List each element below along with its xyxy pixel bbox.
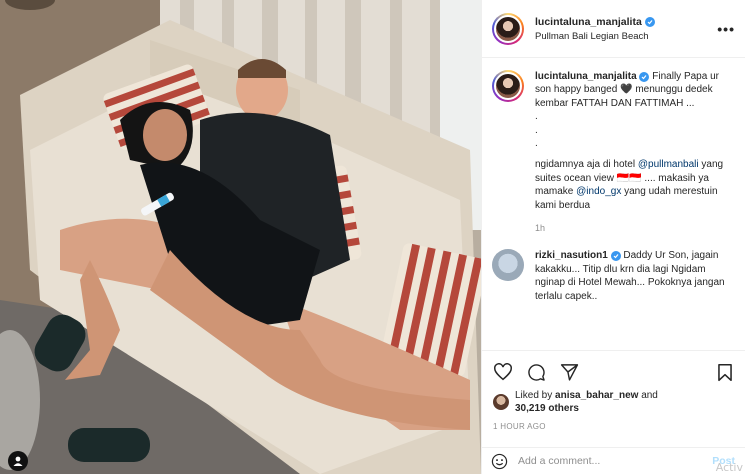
commenter-username[interactable]: rizki_nasution1 (535, 250, 608, 261)
likes-and: and (641, 390, 658, 401)
photo-illustration (0, 0, 481, 474)
caption: lucintaluna_manjalita Finally Papa ur so… (492, 70, 735, 235)
post-actions: Liked by anisa_bahar_new and 30,219 othe… (481, 350, 745, 431)
mention-link[interactable]: @pullmanbali (638, 159, 699, 170)
likes-summary: Liked by anisa_bahar_new and 30,219 othe… (493, 389, 733, 415)
add-comment-bar: Post Activ (481, 447, 745, 474)
post-header: lucintaluna_manjalita Pullman Bali Legia… (482, 0, 745, 58)
author-avatar[interactable] (492, 12, 524, 45)
verified-badge-icon (639, 72, 650, 82)
caption-text-3: ngidamnya aja di hotel (535, 159, 636, 171)
share-send-icon[interactable] (560, 363, 579, 381)
author-username-row: lucintaluna_manjalita (535, 16, 717, 28)
heart-emoji: 🖤 (620, 84, 633, 96)
comments-list: lucintaluna_manjalita Finally Papa ur so… (482, 58, 745, 346)
mention-link[interactable]: @indo_gx (576, 186, 621, 197)
like-heart-icon[interactable] (493, 363, 513, 381)
caption-dot: . (535, 138, 538, 150)
caption-username[interactable]: lucintaluna_manjalita (535, 71, 637, 82)
flag-emojis: 🇮🇩🇮🇩 (616, 172, 642, 184)
verified-badge-icon (644, 16, 655, 27)
post-timestamp[interactable]: 1 HOUR AGO (493, 422, 733, 431)
post-photo[interactable] (0, 0, 481, 474)
caption-dot: . (535, 111, 538, 123)
comment-item: rizki_nasution1 Daddy Ur Son, jagain kak… (492, 249, 735, 303)
emoji-smiley-icon[interactable] (491, 453, 508, 470)
activate-watermark: Activ (715, 461, 743, 474)
likes-count[interactable]: 30,219 others (515, 403, 579, 414)
more-options-icon[interactable]: ••• (717, 21, 735, 37)
liked-by-label: Liked by (515, 390, 553, 401)
tagged-people-icon[interactable] (8, 451, 28, 471)
post-location[interactable]: Pullman Bali Legian Beach (535, 31, 717, 42)
verified-badge-icon (610, 251, 621, 262)
liker-avatar[interactable] (493, 394, 509, 410)
comment-bubble-icon[interactable] (527, 363, 546, 382)
save-bookmark-icon[interactable] (717, 363, 733, 382)
caption-time[interactable]: 1h (535, 222, 730, 235)
comment-input[interactable] (518, 455, 713, 467)
caption-author-avatar[interactable] (492, 70, 524, 102)
liker-username[interactable]: anisa_bahar_new (555, 390, 638, 401)
commenter-avatar[interactable] (492, 249, 524, 282)
author-username[interactable]: lucintaluna_manjalita (535, 16, 642, 28)
caption-dot: . (535, 124, 538, 136)
